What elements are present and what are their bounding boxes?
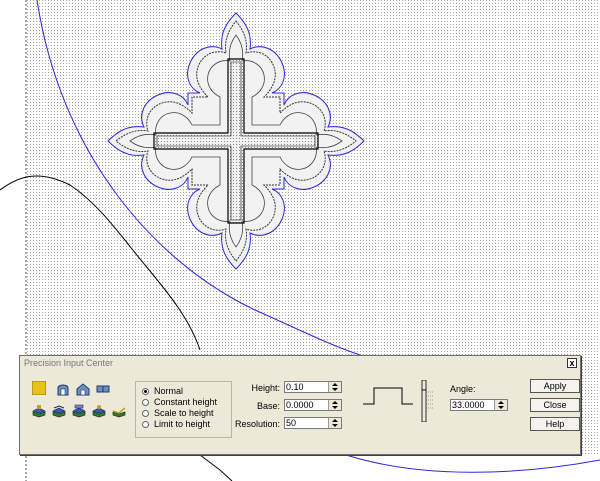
bar-shape-icon[interactable] [96,382,110,396]
angle-ruler-icon [421,380,434,422]
resolution-input[interactable] [286,418,324,428]
black-curve-lower [199,454,233,481]
mode-option-constant-height[interactable]: Constant height [142,397,217,407]
layer-stack-icon-3[interactable] [72,404,86,418]
mode-label-constant-height: Constant height [154,397,218,407]
blue-arc-lower [339,452,600,473]
base-stepper[interactable] [284,399,342,411]
mode-option-scale-to-height[interactable]: Scale to height [142,408,214,418]
resolution-spin-arrows[interactable] [328,418,341,428]
help-button[interactable]: Help [530,417,580,431]
radio-scale-to-height[interactable] [142,409,149,417]
height-label: Height: [251,383,280,393]
radio-normal[interactable] [142,387,149,395]
angle-stepper[interactable] [450,399,508,411]
layer-stack-icon-1[interactable] [32,404,46,418]
radio-limit-to-height[interactable] [142,420,149,428]
height-input[interactable] [286,382,324,392]
mode-label-limit-to-height: Limit to height [154,419,211,429]
angle-spin-arrows[interactable] [494,400,507,410]
close-button[interactable]: Close [530,398,580,412]
resolution-label: Resolution: [234,419,280,429]
apply-button[interactable]: Apply [530,379,580,393]
mode-label-scale-to-height: Scale to height [154,408,214,418]
dialog-title: Precision Input Center [24,358,114,368]
resolution-stepper[interactable] [284,417,342,429]
mode-option-normal[interactable]: Normal [142,386,183,396]
angle-label: Angle: [450,384,476,394]
close-icon[interactable]: x [567,358,577,368]
height-stepper[interactable] [284,381,342,393]
base-spin-arrows[interactable] [328,400,341,410]
profile-preview-icon [363,387,413,405]
radio-constant-height[interactable] [142,398,149,406]
house-shape-icon[interactable] [76,382,90,396]
precision-input-dialog: Precision Input Center x Normal Constant… [19,355,581,455]
base-input[interactable] [286,400,324,410]
layer-stack-icon-2[interactable] [52,404,66,418]
layer-stack-icon-4[interactable] [92,404,106,418]
mode-label-normal: Normal [154,386,184,396]
color-swatch-icon[interactable] [32,381,46,395]
height-spin-arrows[interactable] [328,382,341,392]
mode-option-limit-to-height[interactable]: Limit to height [142,419,210,429]
base-label: Base: [256,401,280,411]
arch-shape-icon[interactable] [56,382,70,396]
dialog-titlebar[interactable]: Precision Input Center x [20,356,580,371]
angle-input[interactable] [452,400,490,410]
layer-stack-icon-5[interactable] [112,404,126,418]
